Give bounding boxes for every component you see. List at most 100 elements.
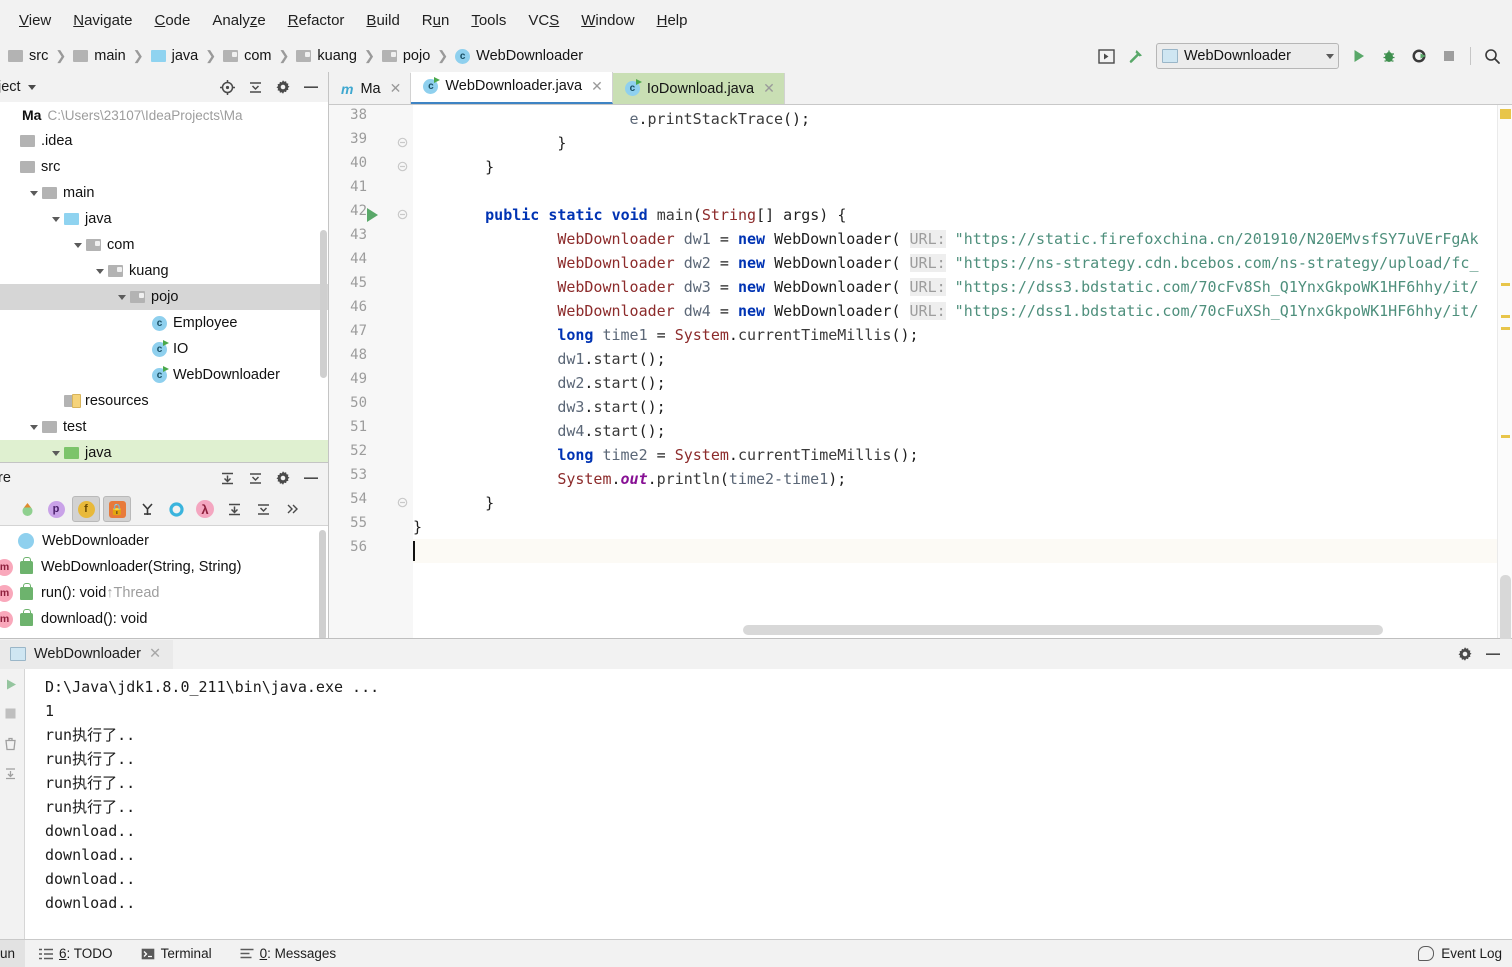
expand-all-icon[interactable] (214, 466, 240, 490)
menu-item-refactor[interactable]: Refactor (277, 9, 356, 32)
structure-item[interactable]: m download(): void (0, 606, 328, 632)
sort-by-visibility-icon[interactable] (14, 497, 40, 521)
hide-icon[interactable] (298, 75, 324, 99)
code-text[interactable]: e.printStackTrace();}} public static void… (413, 105, 1512, 638)
hide-icon[interactable] (298, 466, 324, 490)
tree-item-com[interactable]: com (0, 232, 328, 258)
fields-icon[interactable]: f (72, 496, 100, 522)
chevron-down-icon[interactable] (48, 450, 64, 456)
run-coverage-icon[interactable] (1405, 43, 1433, 69)
fold-marker-icon[interactable] (397, 161, 408, 172)
tree-item-java[interactable]: java (0, 206, 328, 232)
status-bar-terminal[interactable]: Terminal (127, 946, 226, 961)
tree-item-webdownloader[interactable]: c WebDownloader (0, 362, 328, 388)
search-everywhere-icon[interactable] (1478, 43, 1506, 69)
gear-icon[interactable] (1452, 642, 1478, 666)
event-log-button[interactable]: Event Log (1418, 946, 1502, 961)
error-stripe-mark[interactable] (1501, 315, 1510, 318)
breadcrumb-item-kuang[interactable]: kuang (294, 47, 359, 65)
select-in-icon[interactable] (1092, 43, 1120, 69)
non-public-icon[interactable]: 🔒 (103, 496, 131, 522)
target-icon[interactable] (214, 75, 240, 99)
editor-vertical-scrollbar[interactable] (1497, 105, 1512, 665)
chevron-down-icon[interactable] (26, 190, 42, 196)
menu-item-window[interactable]: Window (570, 9, 645, 32)
expand-all-icon[interactable] (221, 497, 247, 521)
breadcrumb-item-java[interactable]: java (149, 47, 201, 65)
editor-area[interactable]: 38 39 40 41 42 43 44 45 46 47 48 49 50 51 52 53 54 55 56 e… (329, 105, 1512, 665)
menu-item-tools[interactable]: Tools (460, 9, 517, 32)
breadcrumb-item-com[interactable]: com (221, 47, 273, 65)
chevron-down-icon[interactable] (92, 268, 108, 274)
console-tab[interactable]: WebDownloader ✕ (0, 639, 174, 669)
error-stripe-mark[interactable] (1500, 109, 1511, 119)
collapse-all-icon[interactable] (242, 75, 268, 99)
structure-item[interactable]: m WebDownloader(String, String) (0, 554, 328, 580)
chevron-down-icon[interactable] (26, 424, 42, 430)
menu-item-build[interactable]: Build (355, 9, 410, 32)
chevron-down-icon[interactable] (114, 294, 130, 300)
menu-item-vcs[interactable]: VCS (517, 9, 570, 32)
project-tree[interactable]: Ma C:\Users\23107\IdeaProjects\Ma .idea src… (0, 102, 328, 462)
close-icon[interactable]: ✕ (149, 646, 161, 662)
tree-item-java[interactable]: java (0, 440, 328, 462)
editor-tab-iodownload-java[interactable]: c IoDownload.java ✕ (612, 73, 785, 104)
menu-item-navigate[interactable]: Navigate (62, 9, 143, 32)
hide-icon[interactable] (1480, 642, 1506, 666)
error-stripe-mark[interactable] (1501, 435, 1510, 438)
tree-item--idea[interactable]: .idea (0, 128, 328, 154)
fold-marker-icon[interactable] (397, 209, 408, 220)
tree-item-resources[interactable]: resources (0, 388, 328, 414)
tree-item-test[interactable]: test (0, 414, 328, 440)
editor-tab-webdownloader-java[interactable]: c WebDownloader.java ✕ (411, 70, 613, 104)
run-icon[interactable] (1345, 43, 1373, 69)
tree-item-io[interactable]: c IO (0, 336, 328, 362)
close-icon[interactable]: ✕ (763, 80, 775, 97)
breadcrumb-item-src[interactable]: src (6, 47, 50, 65)
fold-marker-icon[interactable] (397, 497, 408, 508)
breadcrumb-item-pojo[interactable]: pojo (380, 47, 432, 65)
editor-gutter[interactable]: 38 39 40 41 42 43 44 45 46 47 48 49 50 51 52 53 54 55 56 (329, 105, 413, 638)
scrollbar-thumb[interactable] (320, 230, 327, 378)
more-icon[interactable] (279, 497, 305, 521)
scroll-to-end-icon[interactable] (4, 767, 20, 783)
tree-item-main[interactable]: main (0, 180, 328, 206)
editor-horizontal-scrollbar[interactable] (413, 624, 1496, 636)
tree-item-pojo[interactable]: pojo (0, 284, 328, 310)
menu-item-view[interactable]: View (8, 9, 62, 32)
structure-scrollbar-thumb[interactable] (319, 530, 326, 638)
run-gutter-icon[interactable] (367, 208, 378, 222)
menu-item-analyze[interactable]: Analyze (201, 9, 276, 32)
menu-item-code[interactable]: Code (143, 9, 201, 32)
structure-member-list[interactable]: WebDownloader m WebDownloader(String, Stri… (0, 526, 328, 638)
structure-item[interactable]: WebDownloader (0, 528, 328, 554)
tree-item-employee[interactable]: c Employee (0, 310, 328, 336)
close-icon[interactable]: ✕ (390, 80, 402, 97)
fold-marker-icon[interactable] (397, 137, 408, 148)
breadcrumb-item-main[interactable]: main (71, 47, 127, 65)
trash-icon[interactable] (4, 737, 20, 753)
breadcrumb-item-webdownloader[interactable]: c WebDownloader (453, 47, 585, 65)
stop-icon[interactable] (1435, 43, 1463, 69)
debug-icon[interactable] (1375, 43, 1403, 69)
stop-icon[interactable] (4, 707, 20, 723)
properties-icon[interactable]: p (43, 497, 69, 521)
scrollbar-thumb[interactable] (743, 625, 1383, 635)
tree-item-kuang[interactable]: kuang (0, 258, 328, 284)
project-tree-scrollbar[interactable] (319, 102, 328, 462)
chevron-down-icon[interactable] (70, 242, 86, 248)
error-stripe-mark[interactable] (1501, 327, 1510, 330)
menu-item-help[interactable]: Help (646, 9, 699, 32)
gear-icon[interactable] (270, 75, 296, 99)
rerun-icon[interactable] (4, 677, 20, 693)
structure-item[interactable]: m run(): void ↑Thread (0, 580, 328, 606)
collapse-all-icon[interactable] (250, 497, 276, 521)
status-bar-run-tab[interactable]: un (0, 940, 26, 967)
inherited-icon[interactable] (134, 497, 160, 521)
status-bar-6-todo[interactable]: 6: TODO (25, 946, 127, 961)
error-stripe-mark[interactable] (1501, 283, 1510, 286)
interfaces-icon[interactable] (163, 497, 189, 521)
tree-item-src[interactable]: src (0, 154, 328, 180)
status-bar-0-messages[interactable]: 0: Messages (226, 946, 351, 961)
run-configuration-selector[interactable]: WebDownloader (1156, 43, 1339, 69)
